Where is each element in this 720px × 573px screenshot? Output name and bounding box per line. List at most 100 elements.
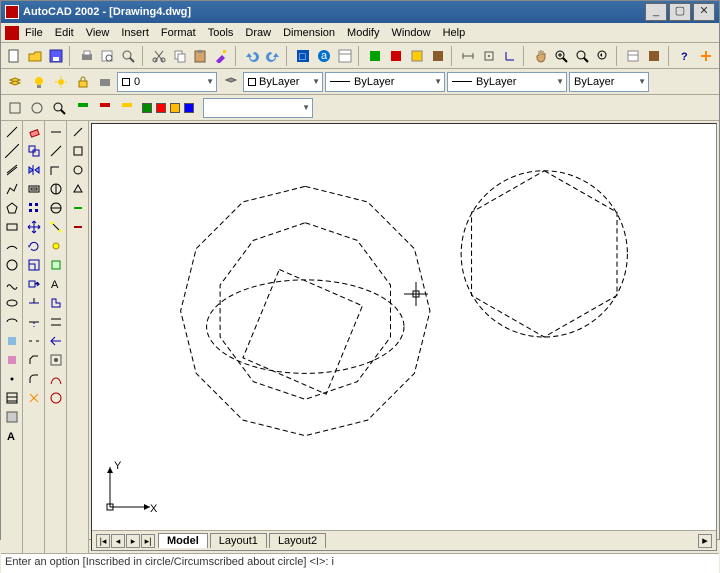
dist-icon[interactable] [459, 46, 478, 66]
menu-tools[interactable]: Tools [208, 27, 234, 39]
new-icon[interactable] [5, 46, 24, 66]
ex11-icon[interactable] [46, 313, 66, 331]
ucs-icon[interactable] [501, 46, 520, 66]
f1-icon[interactable] [68, 123, 88, 141]
snap-icon[interactable] [480, 46, 499, 66]
text-icon[interactable]: A [2, 427, 22, 445]
ellipsearc-icon[interactable] [2, 313, 22, 331]
command-line[interactable]: Enter an option [Inscribed in circle/Cir… [1, 553, 719, 573]
swatch-green[interactable] [142, 103, 152, 113]
layerprev-icon[interactable] [221, 72, 241, 92]
block-icon[interactable] [2, 351, 22, 369]
menu-edit[interactable]: Edit [55, 27, 74, 39]
ex10-icon[interactable] [46, 294, 66, 312]
layer-manager-icon[interactable] [5, 72, 25, 92]
menu-view[interactable]: View [86, 27, 110, 39]
secondary-combo[interactable] [203, 98, 313, 118]
mirror-icon[interactable] [24, 161, 44, 179]
ex13-icon[interactable] [46, 351, 66, 369]
tab-nav-next[interactable]: ▸ [126, 534, 140, 548]
open-icon[interactable] [26, 46, 45, 66]
lineweight-combo[interactable]: ByLayer [447, 72, 567, 92]
tool1-icon[interactable] [366, 46, 385, 66]
polygon-icon[interactable] [2, 199, 22, 217]
line-icon[interactable] [2, 123, 22, 141]
circle-icon[interactable] [2, 256, 22, 274]
spline-icon[interactable] [2, 275, 22, 293]
maximize-button[interactable]: ▢ [669, 3, 691, 21]
break-icon[interactable] [24, 332, 44, 350]
ex6-icon[interactable] [46, 218, 66, 236]
db-icon[interactable] [335, 46, 354, 66]
help-icon[interactable]: ? [675, 46, 694, 66]
tool4-icon[interactable] [428, 46, 447, 66]
menu-help[interactable]: Help [443, 27, 466, 39]
f5-icon[interactable] [68, 199, 88, 217]
copy2-icon[interactable] [24, 142, 44, 160]
undo-icon[interactable] [242, 46, 261, 66]
redo-icon[interactable] [263, 46, 282, 66]
f3-icon[interactable] [68, 161, 88, 179]
rotate-icon[interactable] [24, 237, 44, 255]
arc-icon[interactable] [2, 237, 22, 255]
ex4-icon[interactable] [46, 180, 66, 198]
save-icon[interactable] [47, 46, 66, 66]
find-icon[interactable] [119, 46, 138, 66]
linetype-combo[interactable]: ByLayer [325, 72, 445, 92]
region-icon[interactable] [2, 408, 22, 426]
swatch-blue[interactable] [184, 103, 194, 113]
stretch-icon[interactable] [24, 275, 44, 293]
insert-icon[interactable] [2, 332, 22, 350]
menu-draw[interactable]: Draw [245, 27, 271, 39]
sec-2-icon[interactable] [27, 98, 47, 118]
menu-dimension[interactable]: Dimension [283, 27, 335, 39]
pan-icon[interactable] [531, 46, 550, 66]
cut-icon[interactable] [149, 46, 168, 66]
minimize-button[interactable]: _ [645, 3, 667, 21]
swatch-red[interactable] [156, 103, 166, 113]
plot-icon[interactable] [95, 72, 115, 92]
layer-combo[interactable]: 0 [117, 72, 217, 92]
sec-5-icon[interactable] [95, 98, 115, 118]
adc2-icon[interactable] [645, 46, 664, 66]
drawing-canvas[interactable]: Y X |◂ ◂ ▸ ▸| Model Layout1 Layout2 ▸ [91, 123, 717, 551]
tool3-icon[interactable] [408, 46, 427, 66]
tool2-icon[interactable] [387, 46, 406, 66]
plotstyle-combo[interactable]: ByLayer [569, 72, 649, 92]
ex3-icon[interactable] [46, 161, 66, 179]
print-icon[interactable] [77, 46, 96, 66]
ex5-icon[interactable] [46, 199, 66, 217]
sun-icon[interactable] [51, 72, 71, 92]
rectangle-icon[interactable] [2, 218, 22, 236]
trim-icon[interactable] [24, 294, 44, 312]
mline-icon[interactable] [2, 161, 22, 179]
preview-icon[interactable] [98, 46, 117, 66]
ellipse-icon[interactable] [2, 294, 22, 312]
lock-icon[interactable] [73, 72, 93, 92]
ex2-icon[interactable] [46, 142, 66, 160]
ex15-icon[interactable] [46, 389, 66, 407]
fillet-icon[interactable] [24, 370, 44, 388]
f6-icon[interactable] [68, 218, 88, 236]
tab-layout2[interactable]: Layout2 [269, 533, 326, 548]
f4-icon[interactable] [68, 180, 88, 198]
tab-model[interactable]: Model [158, 533, 208, 548]
copy-icon[interactable] [170, 46, 189, 66]
point-icon[interactable] [2, 370, 22, 388]
tab-nav-first[interactable]: |◂ [96, 534, 110, 548]
adc-icon[interactable]: a [315, 46, 334, 66]
ex1-icon[interactable] [46, 123, 66, 141]
xline-icon[interactable] [2, 142, 22, 160]
sec-1-icon[interactable] [5, 98, 25, 118]
explode-icon[interactable] [24, 389, 44, 407]
ex7-icon[interactable] [46, 237, 66, 255]
today-icon[interactable]: □ [294, 46, 313, 66]
menu-window[interactable]: Window [391, 27, 430, 39]
zoomprev-icon[interactable] [594, 46, 613, 66]
ex12-icon[interactable] [46, 332, 66, 350]
tab-layout1[interactable]: Layout1 [210, 533, 267, 548]
ex14-icon[interactable] [46, 370, 66, 388]
color-combo[interactable]: ByLayer [243, 72, 323, 92]
ex8-icon[interactable] [46, 256, 66, 274]
menu-format[interactable]: Format [161, 27, 196, 39]
